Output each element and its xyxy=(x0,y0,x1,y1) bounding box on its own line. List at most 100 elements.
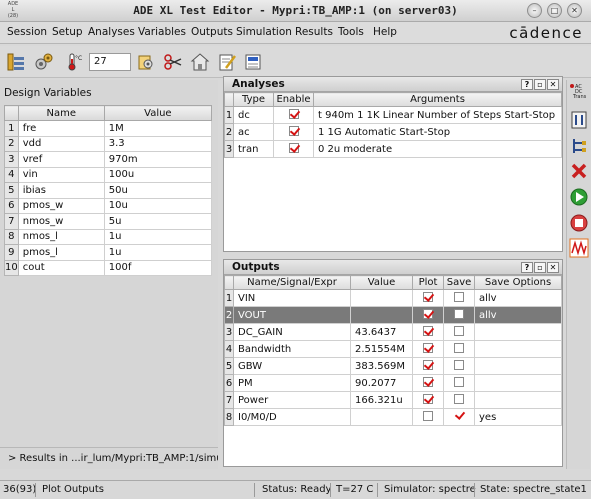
output-plot-cell[interactable] xyxy=(412,374,444,392)
close-panel-icon[interactable]: ✕ xyxy=(547,79,559,90)
run-simulation-icon[interactable] xyxy=(569,187,589,207)
output-save-options-cell[interactable] xyxy=(474,374,562,392)
select-output-icon[interactable] xyxy=(243,52,263,72)
output-save-cell[interactable] xyxy=(443,340,475,358)
output-save-options-cell[interactable]: yes xyxy=(474,408,562,426)
close-panel-icon[interactable]: ✕ xyxy=(547,262,559,273)
maximize-button[interactable]: □ xyxy=(547,3,562,18)
output-save-checkbox[interactable] xyxy=(454,393,464,404)
column-header-value[interactable]: Value xyxy=(103,105,213,121)
output-plot-cell[interactable] xyxy=(412,391,444,409)
table-row[interactable]: 3 vref 970m xyxy=(4,151,213,168)
menu-session[interactable]: Session xyxy=(7,26,47,38)
output-save-checkbox[interactable] xyxy=(454,308,464,319)
output-save-options-cell[interactable] xyxy=(474,340,562,358)
stop-simulation-icon[interactable] xyxy=(569,213,589,233)
plot-outputs-icon[interactable] xyxy=(569,238,589,258)
table-row[interactable]: 1 dc t 940m 1 1K Linear Number of Steps St… xyxy=(224,106,562,124)
float-panel-icon[interactable]: ▫ xyxy=(534,79,546,90)
menu-variables[interactable]: Variables xyxy=(138,26,186,38)
output-plot-cell[interactable] xyxy=(412,289,444,307)
variable-name-cell[interactable]: vin xyxy=(17,166,105,183)
table-row[interactable]: 6 pmos_w 10u xyxy=(4,197,213,214)
menu-analyses[interactable]: Analyses xyxy=(88,26,135,38)
output-save-options-cell[interactable] xyxy=(474,391,562,409)
output-save-checkbox[interactable] xyxy=(454,411,464,421)
output-save-options-cell[interactable]: allv xyxy=(474,289,562,307)
output-save-checkbox[interactable] xyxy=(454,291,464,302)
column-header-save-options[interactable]: Save Options xyxy=(474,275,562,290)
column-header-arguments[interactable]: Arguments xyxy=(313,92,562,107)
output-plot-checkbox[interactable] xyxy=(423,359,433,370)
output-name-cell[interactable]: Power xyxy=(233,391,351,409)
menu-setup[interactable]: Setup xyxy=(52,26,83,38)
output-plot-cell[interactable] xyxy=(412,408,444,426)
column-header-save[interactable]: Save xyxy=(443,275,475,290)
analysis-arguments-cell[interactable]: t 940m 1 1K Linear Number of Steps Start… xyxy=(313,106,562,124)
menu-tools[interactable]: Tools xyxy=(338,26,364,38)
output-name-cell[interactable]: GBW xyxy=(233,357,351,375)
help-icon[interactable]: ? xyxy=(521,79,533,90)
setup-gears-icon[interactable] xyxy=(34,52,54,72)
table-row[interactable]: 1 fre 1M xyxy=(4,120,213,137)
output-plot-cell[interactable] xyxy=(412,357,444,375)
output-save-cell[interactable] xyxy=(443,374,475,392)
table-row[interactable]: 8 nmos_l 1u xyxy=(4,228,213,245)
choose-analyses-icon[interactable]: AC DC Trans xyxy=(569,82,589,102)
output-plot-checkbox[interactable] xyxy=(423,393,433,404)
output-save-checkbox[interactable] xyxy=(454,359,464,370)
output-name-cell[interactable]: PM xyxy=(233,374,351,392)
output-save-cell[interactable] xyxy=(443,306,475,324)
output-plot-checkbox[interactable] xyxy=(423,308,433,319)
column-header-name-signal-expr[interactable]: Name/Signal/Expr xyxy=(233,275,351,290)
output-save-checkbox[interactable] xyxy=(454,325,464,336)
output-name-cell[interactable]: I0/M0/D xyxy=(233,408,351,426)
minimize-button[interactable]: – xyxy=(527,3,542,18)
variable-name-cell[interactable]: nmos_w xyxy=(17,213,105,230)
variable-value-cell[interactable]: 100f xyxy=(103,259,213,276)
table-row[interactable]: 3 DC_GAIN 43.6437 xyxy=(224,323,562,341)
table-row[interactable]: 2 vdd 3.3 xyxy=(4,135,213,152)
home-icon[interactable] xyxy=(190,52,210,72)
results-location-label[interactable]: > Results in ...ir_lum/Mypri:TB_AMP:1/si… xyxy=(0,447,218,469)
table-row[interactable]: 3 tran 0 2u moderate xyxy=(224,140,562,158)
variable-name-cell[interactable]: cout xyxy=(17,259,105,276)
edit-document-icon[interactable] xyxy=(217,52,237,72)
variable-value-cell[interactable]: 970m xyxy=(103,151,213,168)
analysis-enable-checkbox[interactable] xyxy=(288,108,299,119)
column-header-plot[interactable]: Plot xyxy=(412,275,444,290)
output-plot-cell[interactable] xyxy=(412,340,444,358)
variable-value-cell[interactable]: 1M xyxy=(103,120,213,137)
table-row[interactable]: 1 VIN allv xyxy=(224,289,562,307)
column-header-type[interactable]: Type xyxy=(233,92,274,107)
output-plot-checkbox[interactable] xyxy=(423,410,433,421)
variable-name-cell[interactable]: fre xyxy=(17,120,105,137)
column-header-value[interactable]: Value xyxy=(350,275,413,290)
output-name-cell[interactable]: VOUT xyxy=(233,306,351,324)
variables-list-icon[interactable] xyxy=(569,110,589,130)
output-plot-checkbox[interactable] xyxy=(423,376,433,387)
column-header-enable[interactable]: Enable xyxy=(273,92,314,107)
table-row[interactable]: 4 Bandwidth 2.51554M xyxy=(224,340,562,358)
output-save-options-cell[interactable] xyxy=(474,357,562,375)
analysis-enable-cell[interactable] xyxy=(273,140,314,158)
menu-outputs[interactable]: Outputs xyxy=(191,26,233,38)
table-row[interactable]: 6 PM 90.2077 xyxy=(224,374,562,392)
table-row[interactable]: 8 I0/M0/D yes xyxy=(224,408,562,426)
analysis-enable-checkbox[interactable] xyxy=(288,142,299,153)
output-save-cell[interactable] xyxy=(443,357,475,375)
temperature-input[interactable]: 27 xyxy=(89,53,131,71)
output-name-cell[interactable]: DC_GAIN xyxy=(233,323,351,341)
menu-simulation[interactable]: Simulation xyxy=(236,26,292,38)
table-row[interactable]: 2 VOUT allv xyxy=(224,306,562,324)
table-row[interactable]: 9 pmos_l 1u xyxy=(4,244,213,261)
output-save-cell[interactable] xyxy=(443,391,475,409)
analysis-type-cell[interactable]: tran xyxy=(233,140,274,158)
close-window-button[interactable]: ✕ xyxy=(567,3,582,18)
table-row[interactable]: 5 GBW 383.569M xyxy=(224,357,562,375)
table-row[interactable]: 7 Power 166.321u xyxy=(224,391,562,409)
analysis-arguments-cell[interactable]: 1 1G Automatic Start-Stop xyxy=(313,123,562,141)
variable-name-cell[interactable]: pmos_w xyxy=(17,197,105,214)
output-name-cell[interactable]: Bandwidth xyxy=(233,340,351,358)
analysis-enable-cell[interactable] xyxy=(273,106,314,124)
